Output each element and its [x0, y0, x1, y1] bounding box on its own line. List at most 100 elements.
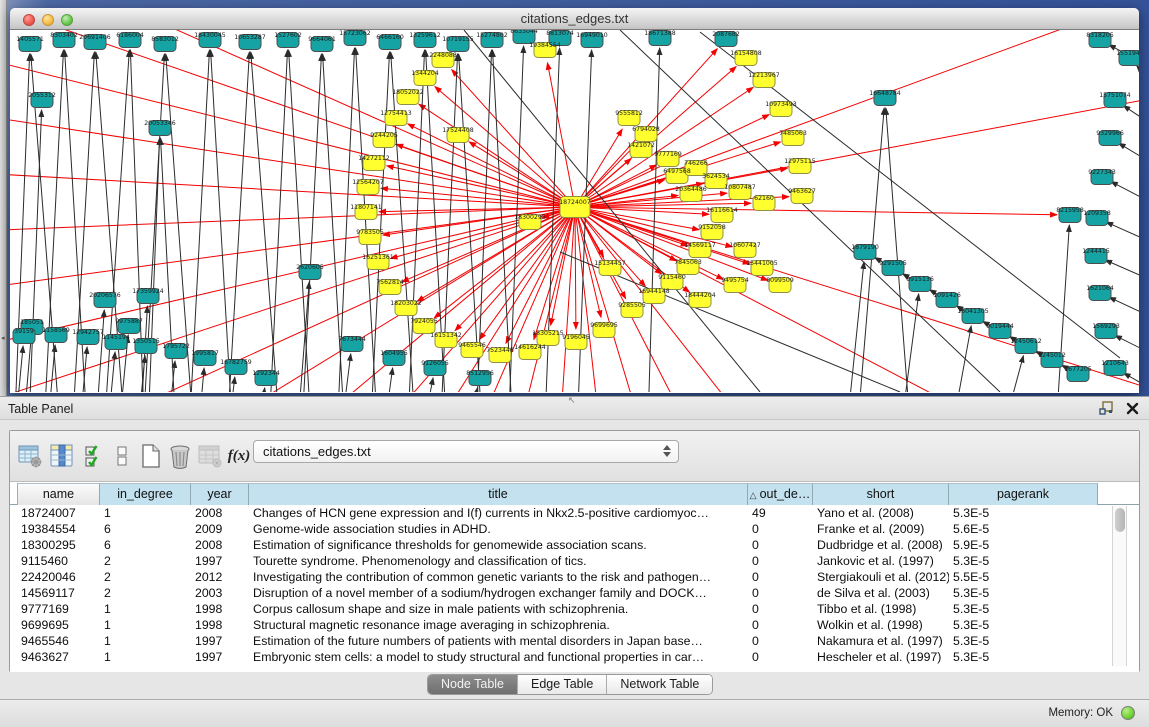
graph-edge[interactable] [30, 110, 42, 392]
graph-edge[interactable] [1115, 335, 1139, 358]
graph-edge[interactable] [402, 207, 575, 282]
graph-edge[interactable] [1137, 65, 1139, 92]
graph-edge[interactable] [640, 48, 660, 392]
table-row[interactable]: 911546021997Tourette syndrome. Phenomeno… [10, 553, 1139, 569]
graph-edge[interactable] [473, 388, 478, 392]
cell-year: 2008 [191, 505, 249, 521]
graph-node-label: 2248088 [429, 52, 457, 59]
table-select-dropdown[interactable]: citations_edges.txt [253, 440, 679, 463]
graph-edge[interactable] [886, 108, 908, 392]
tab-edge-table[interactable]: Edge Table [518, 675, 607, 694]
citation-network-graph[interactable]: 1872400722480881344204180520221275441392… [10, 30, 1139, 392]
graph-edge[interactable] [200, 368, 204, 392]
table-row[interactable]: 946362711997Embryonic stem cells: a mode… [10, 649, 1139, 665]
graph-node-label: 8512956 [466, 370, 494, 377]
tab-node-table[interactable]: Node Table [428, 675, 518, 694]
graph-node-label: 20364486 [675, 186, 707, 193]
graph-node-label: 17524408 [442, 127, 474, 134]
table-settings-button[interactable] [16, 442, 44, 470]
cell-short: Yano et al. (2008) [813, 505, 949, 521]
graph-edge[interactable] [575, 207, 576, 329]
graph-edge[interactable] [469, 142, 575, 207]
rows-button[interactable] [108, 442, 136, 470]
graph-node-label: 10719155 [442, 36, 474, 43]
resize-cursor: ↖ [568, 395, 576, 406]
tab-network-table[interactable]: Network Table [607, 675, 712, 694]
cell-title: Disruption of a novel member of a sodium… [249, 585, 748, 601]
graph-node-label: 1527602 [274, 32, 302, 39]
graph-edge[interactable] [10, 160, 575, 207]
delete-table-button[interactable] [166, 442, 194, 470]
graph-node-label: 8099509 [766, 277, 794, 284]
cell-out_de: 0 [748, 521, 813, 537]
graph-edge[interactable] [387, 166, 575, 207]
graph-edge[interactable] [175, 50, 209, 392]
graph-edge[interactable] [620, 30, 1000, 392]
table-row[interactable]: 969969511998Structural magnetic resonanc… [10, 617, 1139, 633]
table-row[interactable]: 2242004622012Investigating the contribut… [10, 569, 1139, 585]
network-window-titlebar[interactable]: citations_edges.txt [10, 8, 1139, 30]
graph-node-label: 12564207 [352, 179, 384, 186]
cell-out_de: 0 [748, 617, 813, 633]
table-row[interactable]: 1830029562008Estimation of significance … [10, 537, 1139, 553]
graph-edge[interactable] [575, 80, 1139, 207]
cell-out_de: 0 [748, 537, 813, 553]
graph-edge[interactable] [1123, 106, 1139, 130]
column-header-pagerank[interactable]: pagerank [949, 483, 1098, 505]
network-canvas[interactable]: 1872400722480881344204180520221275441392… [10, 30, 1139, 392]
graph-node-label: 9465546 [458, 342, 486, 349]
cell-in_degree: 1 [100, 633, 191, 649]
graph-edge[interactable] [388, 368, 393, 392]
table-row[interactable]: 1456911722003Disruption of a novel membe… [10, 585, 1139, 601]
graph-edge[interactable] [345, 354, 351, 392]
table-vertical-scrollbar[interactable] [1112, 506, 1127, 666]
graph-edge[interactable] [260, 388, 265, 392]
new-document-button[interactable] [137, 442, 165, 470]
select-columns-button[interactable] [80, 442, 108, 470]
column-header-in_degree[interactable]: in_degree [100, 483, 191, 505]
graph-edge[interactable] [1012, 356, 1023, 392]
graph-edge[interactable] [18, 346, 23, 392]
column-header-name[interactable]: name [17, 483, 100, 505]
scrollbar-thumb[interactable] [1115, 508, 1125, 532]
cell-in_degree: 1 [100, 601, 191, 617]
close-panel-icon[interactable] [1126, 402, 1139, 420]
control-panel-edge[interactable]: ◂ [0, 0, 7, 396]
network-window[interactable]: citations_edges.txt 18724007224808813442… [10, 8, 1139, 393]
graph-edge[interactable] [110, 352, 115, 392]
graph-edge[interactable] [547, 63, 575, 207]
graph-edge[interactable] [1109, 297, 1139, 321]
graph-edge[interactable] [428, 378, 433, 392]
memory-status-indicator[interactable] [1121, 706, 1135, 720]
column-header-year[interactable]: year [191, 483, 249, 505]
column-header-out_de[interactable]: △out_de… [748, 483, 813, 505]
table-row[interactable]: 1872400712008Changes of HCN gene express… [10, 505, 1139, 521]
table-row[interactable]: 946554611997Estimation of the future num… [10, 633, 1139, 649]
graph-edge[interactable] [50, 345, 55, 392]
graph-edge[interactable] [1106, 222, 1139, 246]
graph-node-label: 746266 [684, 160, 708, 167]
panel-divider-handle[interactable]: ◂ [1, 334, 5, 342]
cell-out_de: 0 [748, 649, 813, 665]
graph-node-label: 8915136 [906, 276, 934, 283]
cell-year: 1998 [191, 601, 249, 617]
cell-out_de: 0 [748, 569, 813, 585]
graph-edge[interactable] [98, 310, 104, 392]
cell-out_de: 0 [748, 553, 813, 569]
graph-node-label: 1145194 [102, 334, 130, 341]
graph-edge[interactable] [575, 207, 770, 392]
cell-in_degree: 1 [100, 617, 191, 633]
table-row[interactable]: 1938455462009Genome-wide association stu… [10, 521, 1139, 537]
float-panel-icon[interactable] [1099, 401, 1114, 421]
graph-node-label: 14272112 [358, 155, 390, 162]
graph-node-label: 3624534 [702, 173, 730, 180]
graph-edge[interactable] [1105, 260, 1139, 284]
function-builder-button[interactable]: f(x) [225, 442, 253, 470]
table-column-button[interactable] [48, 442, 76, 470]
sort-ascending-icon: △ [750, 490, 757, 500]
graph-edge[interactable] [1119, 143, 1139, 168]
table-row[interactable]: 977716911998Corpus callosum shape and si… [10, 601, 1139, 617]
column-header-short[interactable]: short [813, 483, 949, 505]
column-header-title[interactable]: title [249, 483, 748, 505]
graph-edge[interactable] [1111, 182, 1139, 207]
